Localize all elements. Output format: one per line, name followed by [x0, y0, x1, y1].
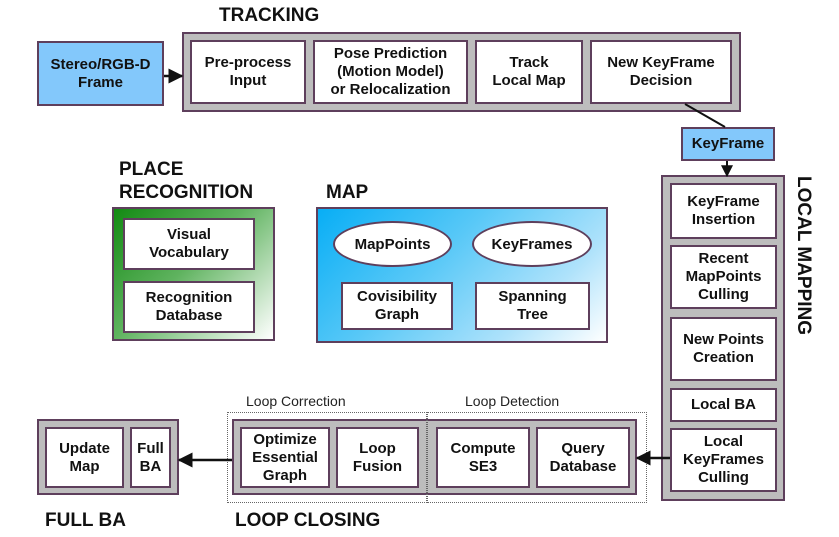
- connector-arrows: [164, 68, 733, 468]
- line-decision-to-keyframe: [684, 103, 726, 128]
